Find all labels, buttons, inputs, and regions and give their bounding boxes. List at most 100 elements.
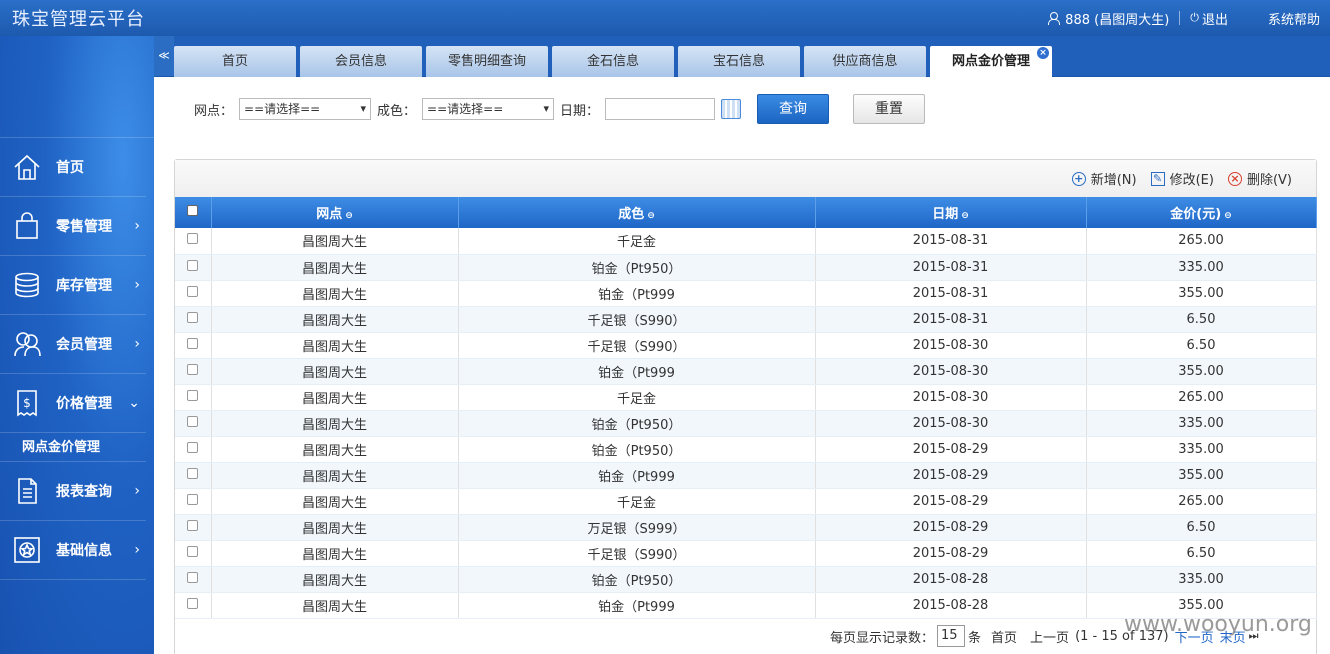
column-header-outlet[interactable]: 网点 ⊖ [211, 197, 459, 228]
query-button[interactable]: 查询 [757, 94, 830, 124]
table-row[interactable]: 昌图周大生 铂金（Pt999 2015-08-30 355.00 [175, 358, 1317, 385]
row-select-cell[interactable] [175, 332, 212, 359]
user-info[interactable]: 888 (昌图周大生) [1037, 9, 1179, 28]
outlet-select[interactable]: ==请选择== [239, 98, 372, 120]
price-cell: 355.00 [1086, 280, 1317, 307]
table-row[interactable]: 昌图周大生 千足金 2015-08-31 265.00 [175, 228, 1317, 255]
logout-button[interactable]: ⏻ 退出 [1180, 9, 1238, 28]
tab-gold-info[interactable]: 金石信息 [552, 46, 674, 77]
row-checkbox[interactable] [187, 337, 199, 349]
chevron-right-icon: › [134, 542, 140, 558]
row-select-cell[interactable] [175, 592, 212, 619]
price-cell: 355.00 [1086, 358, 1317, 385]
first-page-link[interactable]: 首页 [991, 627, 1017, 646]
row-checkbox[interactable] [187, 311, 199, 323]
sidebar-item-pricing[interactable]: $ 价格管理 ⌄ [0, 374, 146, 433]
delete-button[interactable]: × 删除(V) [1227, 169, 1292, 188]
table-body: 昌图周大生 千足金 2015-08-31 265.00 昌图周大生 铂金（Pt950） 20… [175, 228, 1317, 619]
row-checkbox[interactable] [187, 415, 199, 427]
row-select-cell[interactable] [175, 254, 212, 281]
tab-gem-info[interactable]: 宝石信息 [678, 46, 800, 77]
row-select-cell[interactable] [175, 306, 212, 333]
row-select-cell[interactable] [175, 540, 212, 567]
table-row[interactable]: 昌图周大生 千足银（S990） 2015-08-31 6.50 [175, 306, 1317, 333]
outlet-cell: 昌图周大生 [211, 254, 459, 281]
table-row[interactable]: 昌图周大生 千足金 2015-08-29 265.00 [175, 488, 1317, 515]
row-select-cell[interactable] [175, 488, 212, 515]
row-checkbox[interactable] [187, 545, 199, 557]
select-all-header[interactable] [175, 197, 212, 228]
tab-home[interactable]: 首页 [174, 46, 296, 77]
sidebar-item-retail[interactable]: 零售管理 › [0, 197, 146, 256]
sort-icon: ⊖ [647, 211, 655, 221]
edit-label: 修改(E) [1169, 173, 1214, 188]
sidebar-subitem-outlet-gold-price[interactable]: 网点金价管理 [0, 433, 146, 462]
row-checkbox[interactable] [187, 389, 199, 401]
row-checkbox[interactable] [187, 519, 199, 531]
sidebar-item-reports[interactable]: 报表查询 › [0, 462, 146, 521]
table-row[interactable]: 昌图周大生 铂金（Pt950） 2015-08-31 335.00 [175, 254, 1317, 281]
row-checkbox[interactable] [187, 571, 199, 583]
prev-page-link[interactable]: 上一页 [1030, 627, 1069, 646]
row-checkbox[interactable] [187, 233, 199, 245]
column-header-price[interactable]: 金价(元) ⊖ [1086, 197, 1317, 228]
row-select-cell[interactable] [175, 384, 212, 411]
outlet-cell: 昌图周大生 [211, 462, 459, 489]
date-cell: 2015-08-28 [815, 566, 1087, 593]
table-row[interactable]: 昌图周大生 千足银（S990） 2015-08-29 6.50 [175, 540, 1317, 567]
sidebar-item-label: 报表查询 [56, 484, 112, 500]
calendar-icon[interactable] [721, 99, 742, 119]
table-row[interactable]: 昌图周大生 铂金（Pt999 2015-08-29 355.00 [175, 462, 1317, 489]
sort-icon: ⊖ [961, 211, 969, 221]
tab-supplier-info[interactable]: 供应商信息 [804, 46, 926, 77]
table-row[interactable]: 昌图周大生 千足金 2015-08-30 265.00 [175, 384, 1317, 411]
per-page-input[interactable]: 15 [937, 625, 966, 647]
collapse-sidebar-button[interactable]: ≪ [154, 36, 174, 76]
purity-select[interactable]: ==请选择== [422, 98, 555, 120]
table-row[interactable]: 昌图周大生 铂金（Pt950） 2015-08-28 335.00 [175, 566, 1317, 593]
row-checkbox[interactable] [187, 259, 199, 271]
row-checkbox[interactable] [187, 597, 199, 609]
table-row[interactable]: 昌图周大生 铂金（Pt950） 2015-08-30 335.00 [175, 410, 1317, 437]
row-select-cell[interactable] [175, 228, 212, 255]
tab-retail-detail[interactable]: 零售明细查询 [426, 46, 548, 77]
sidebar-item-label: 库存管理 [56, 278, 112, 294]
column-header-purity[interactable]: 成色 ⊖ [458, 197, 816, 228]
sidebar-item-basic-info[interactable]: 基础信息 › [0, 521, 146, 580]
sidebar-item-home[interactable]: 首页 [0, 138, 146, 197]
sidebar-item-members[interactable]: 会员管理 › [0, 315, 146, 374]
row-checkbox[interactable] [187, 493, 199, 505]
table-row[interactable]: 昌图周大生 万足银（S999） 2015-08-29 6.50 [175, 514, 1317, 541]
select-all-checkbox[interactable] [187, 205, 199, 216]
row-select-cell[interactable] [175, 280, 212, 307]
row-select-cell[interactable] [175, 566, 212, 593]
tab-outlet-gold-price[interactable]: 网点金价管理 × [930, 46, 1052, 77]
row-checkbox[interactable] [187, 285, 199, 297]
add-button[interactable]: + 新增(N) [1071, 169, 1137, 188]
row-select-cell[interactable] [175, 410, 212, 437]
table-row[interactable]: 昌图周大生 铂金（Pt950） 2015-08-29 335.00 [175, 436, 1317, 463]
row-select-cell[interactable] [175, 514, 212, 541]
table-row[interactable]: 昌图周大生 千足银（S990） 2015-08-30 6.50 [175, 332, 1317, 359]
sidebar-item-inventory[interactable]: 库存管理 › [0, 256, 146, 315]
help-link[interactable]: 系统帮助 [1238, 9, 1330, 28]
table-row[interactable]: 昌图周大生 铂金（Pt999 2015-08-31 355.00 [175, 280, 1317, 307]
tab-member-info[interactable]: 会员信息 [300, 46, 422, 77]
close-icon[interactable]: × [1037, 47, 1049, 59]
row-checkbox[interactable] [187, 467, 199, 479]
row-select-cell[interactable] [175, 436, 212, 463]
row-checkbox[interactable] [187, 441, 199, 453]
purity-cell: 铂金（Pt999 [458, 592, 816, 619]
row-select-cell[interactable] [175, 358, 212, 385]
price-cell: 6.50 [1086, 306, 1317, 333]
star-box-icon [12, 535, 42, 565]
edit-button[interactable]: ✎ 修改(E) [1150, 169, 1214, 188]
row-select-cell[interactable] [175, 462, 212, 489]
row-checkbox[interactable] [187, 363, 199, 375]
date-cell: 2015-08-29 [815, 514, 1087, 541]
reset-button[interactable]: 重置 [853, 94, 926, 124]
outlet-cell: 昌图周大生 [211, 436, 459, 463]
column-header-date[interactable]: 日期 ⊖ [815, 197, 1087, 228]
filter-bar: 网点： ==请选择== 成色： ==请选择== 日期： 查询 重置 [194, 94, 926, 124]
date-input[interactable] [605, 98, 716, 120]
